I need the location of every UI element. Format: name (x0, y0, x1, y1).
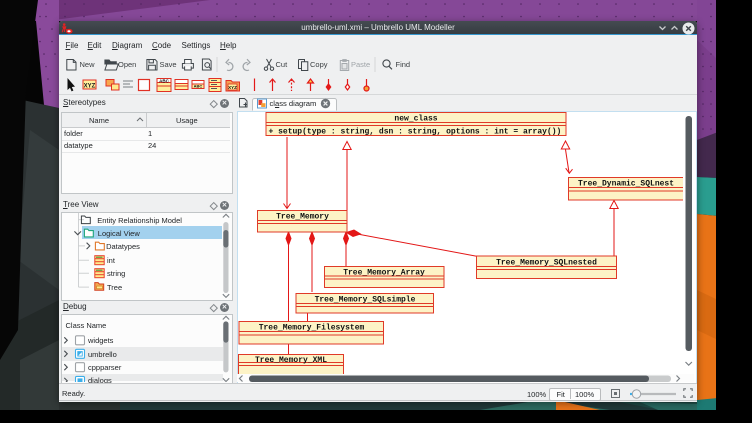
svg-text:+ setup(type : string, dsn : s: + setup(type : string, dsn : string, opt… (269, 128, 562, 137)
svg-text:Tree_Memory_Array: Tree_Memory_Array (343, 268, 425, 277)
svg-text:XYZ: XYZ (228, 85, 237, 90)
svg-text:Tree_Memory_XML: Tree_Memory_XML (255, 356, 327, 365)
svg-text:Tree_Memory_SQLnested: Tree_Memory_SQLnested (496, 259, 597, 268)
svg-text:Tree_Memory_Filesystem: Tree_Memory_Filesystem (259, 324, 365, 333)
svg-text:Tree_Dynamic_SQLnest: Tree_Dynamic_SQLnest (578, 180, 674, 189)
svg-text:XYZ: XYZ (84, 84, 96, 90)
svg-text:ABC: ABC (194, 84, 203, 89)
svg-text:new_class: new_class (394, 114, 437, 123)
svg-text:Tree_Memory: Tree_Memory (276, 213, 329, 222)
svg-text:ABC: ABC (159, 79, 169, 84)
svg-text:Tree_Memory_SQLsimple: Tree_Memory_SQLsimple (315, 296, 416, 305)
